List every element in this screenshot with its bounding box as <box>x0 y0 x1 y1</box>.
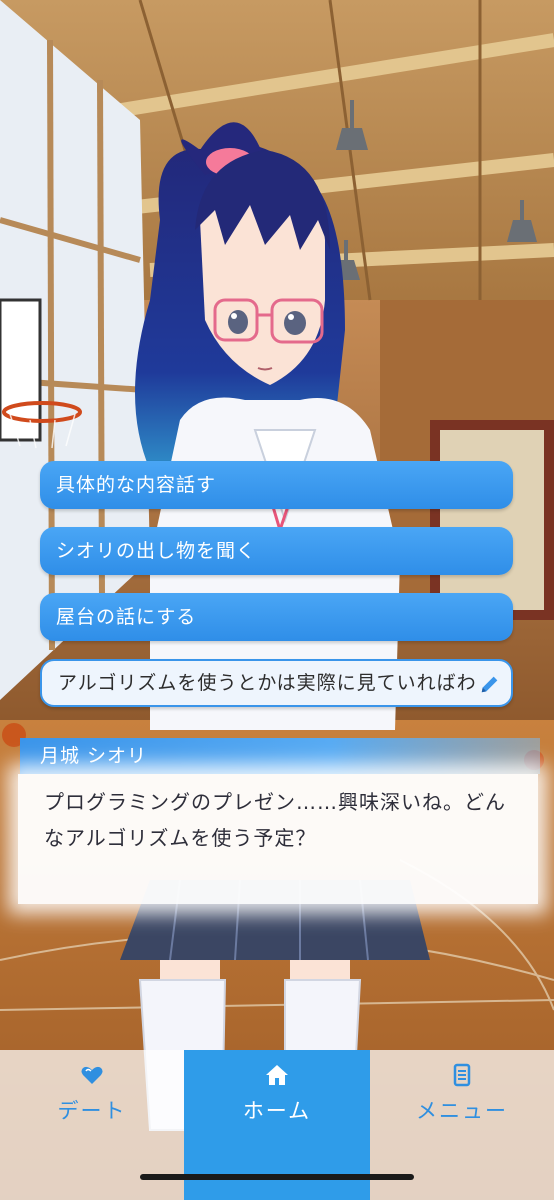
tab-home-label: ホーム <box>242 1099 312 1123</box>
choice-button[interactable]: 具体的な内容話す <box>40 461 513 509</box>
dialogue-box[interactable]: プログラミングのプレゼン……興味深いね。どん なアルゴリズムを使う予定？ <box>18 774 538 904</box>
home-indicator[interactable] <box>140 1174 414 1180</box>
tab-date-label: デート <box>57 1099 127 1123</box>
dialogue-line: なアルゴリズムを使う予定？ <box>44 826 317 850</box>
choice-button[interactable]: シオリの出し物を聞く <box>40 527 513 575</box>
pencil-icon[interactable] <box>479 673 501 695</box>
heart-icon <box>81 1066 103 1084</box>
speaker-name-bar: 月城 シオリ <box>20 738 540 774</box>
free-text-input-value: アルゴリズムを使うとかは実際に見ていればわ <box>58 672 477 694</box>
free-text-input[interactable]: アルゴリズムを使うとかは実際に見ていればわ <box>40 659 513 707</box>
choice-list: 具体的な内容話す シオリの出し物を聞く 屋台の話にする アルゴリズムを使うとかは… <box>40 461 513 725</box>
home-icon <box>266 1065 288 1085</box>
menu-list-icon <box>453 1063 471 1087</box>
choice-button[interactable]: 屋台の話にする <box>40 593 513 641</box>
dialogue-line: プログラミングのプレゼン……興味深いね。どん <box>44 790 506 814</box>
speaker-name: 月城 シオリ <box>40 745 148 767</box>
tab-menu-label: メニュー <box>416 1099 508 1123</box>
